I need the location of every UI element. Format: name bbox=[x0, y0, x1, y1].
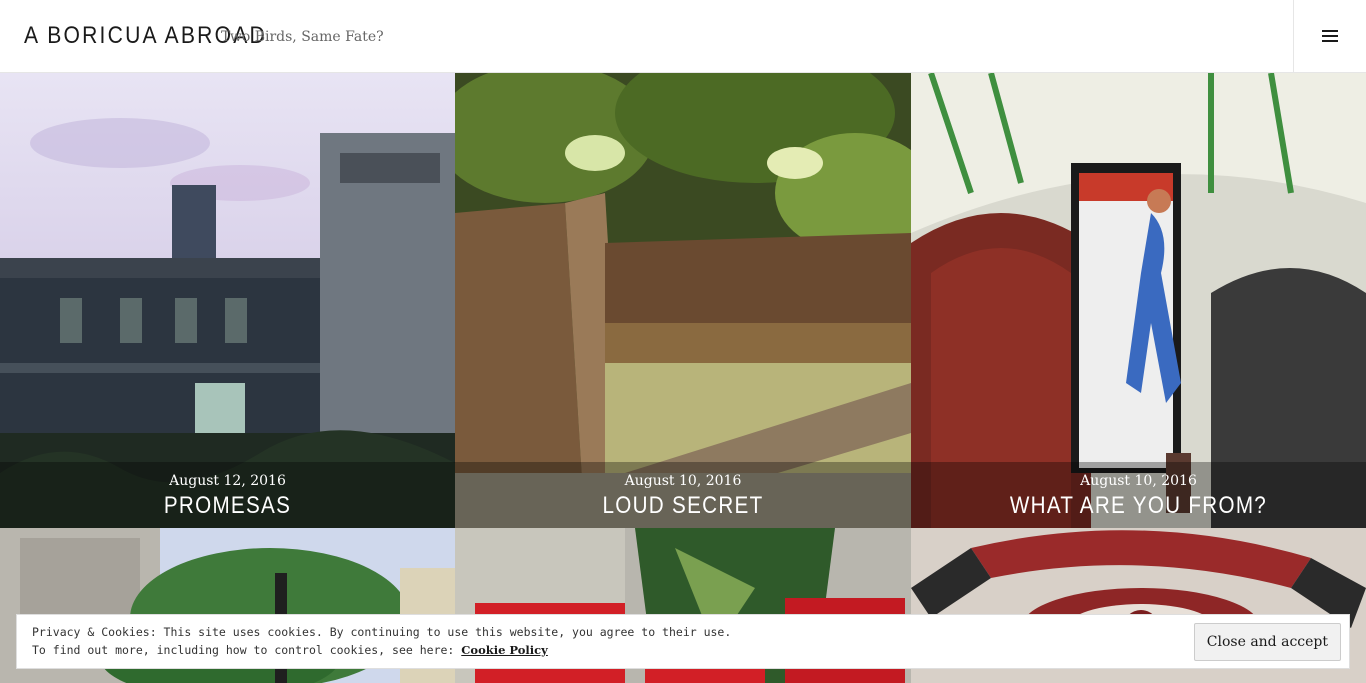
post-date[interactable]: August 10, 2016 bbox=[911, 473, 1366, 489]
cookie-notice-text: Privacy & Cookies: This site uses cookie… bbox=[32, 623, 731, 659]
menu-toggle-button[interactable] bbox=[1293, 0, 1366, 72]
close-and-accept-button[interactable]: Close and accept bbox=[1193, 623, 1341, 661]
cookie-notice-line1: Privacy & Cookies: This site uses cookie… bbox=[32, 625, 732, 639]
cookie-notice-line2: To find out more, including how to contr… bbox=[32, 641, 731, 659]
hamburger-icon bbox=[1322, 30, 1338, 42]
post-date[interactable]: August 10, 2016 bbox=[455, 473, 911, 489]
post-thumbnail bbox=[0, 73, 455, 528]
post-thumbnail bbox=[455, 73, 911, 528]
post-tile-loud-secret[interactable]: August 10, 2016 LOUD SECRET bbox=[455, 73, 911, 528]
cookie-notice-line2-prefix: To find out more, including how to contr… bbox=[32, 643, 462, 657]
post-title[interactable]: LOUD SECRET bbox=[487, 492, 879, 520]
post-thumbnail bbox=[911, 73, 1366, 528]
post-caption: August 10, 2016 LOUD SECRET bbox=[455, 462, 911, 528]
post-title[interactable]: PROMESAS bbox=[32, 492, 423, 520]
site-header: A BORICUA ABROAD Two Birds, Same Fate? bbox=[0, 0, 1366, 73]
cookie-policy-link[interactable]: Cookie Policy bbox=[461, 643, 548, 657]
site-tagline: Two Birds, Same Fate? bbox=[221, 29, 384, 45]
cookie-banner: Privacy & Cookies: This site uses cookie… bbox=[16, 614, 1350, 669]
post-title[interactable]: WHAT ARE YOU FROM? bbox=[943, 492, 1334, 520]
post-grid: August 12, 2016 PROMESAS August 10, 2016… bbox=[0, 73, 1366, 683]
post-tile-promesas[interactable]: August 12, 2016 PROMESAS bbox=[0, 73, 455, 528]
post-caption: August 12, 2016 PROMESAS bbox=[0, 462, 455, 528]
post-date[interactable]: August 12, 2016 bbox=[0, 473, 455, 489]
post-caption: August 10, 2016 WHAT ARE YOU FROM? bbox=[911, 462, 1366, 528]
post-tile-what-are-you-from[interactable]: August 10, 2016 WHAT ARE YOU FROM? bbox=[911, 73, 1366, 528]
